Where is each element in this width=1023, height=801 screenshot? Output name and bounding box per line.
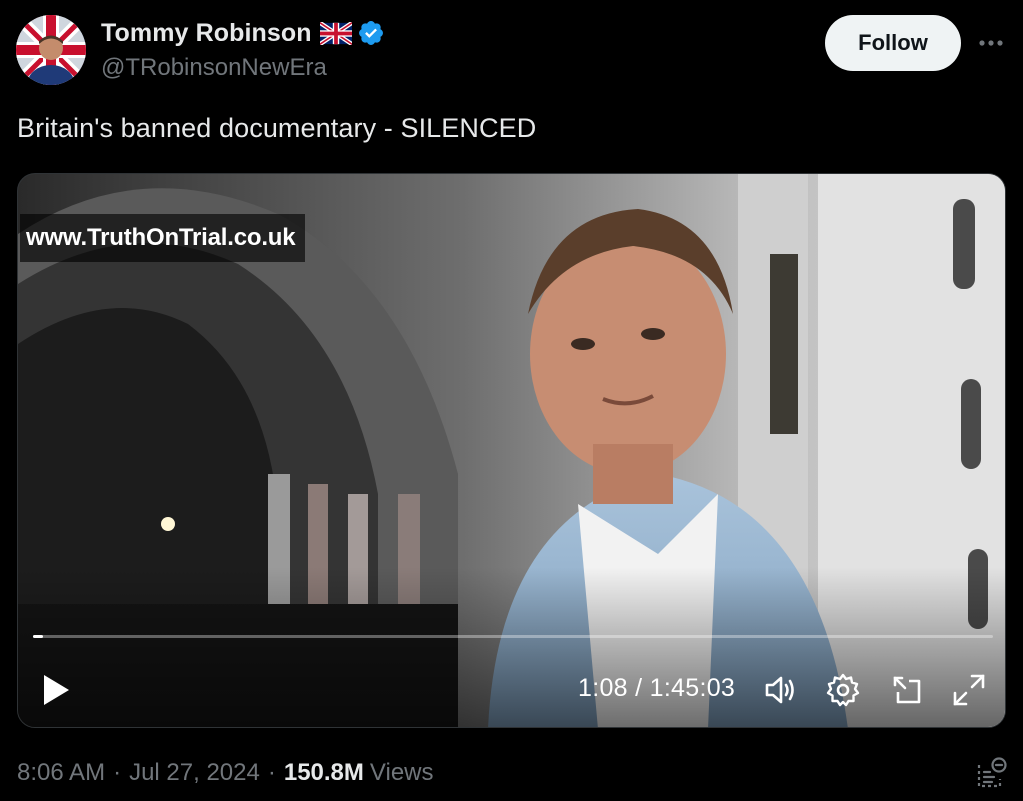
- fullscreen-expand-icon[interactable]: [950, 671, 988, 709]
- video-time-separator: /: [627, 674, 650, 702]
- post-date[interactable]: Jul 27, 2024: [129, 759, 260, 787]
- author-name-row: Tommy Robinson: [101, 17, 385, 49]
- author-display-name[interactable]: Tommy Robinson: [101, 19, 312, 48]
- video-duration: 1:45:03: [649, 674, 736, 702]
- uk-flag-icon: [319, 21, 352, 45]
- video-time: 1:08 / 1:45:03: [578, 674, 735, 703]
- tweet-meta: 8:06 AM · Jul 27, 2024 · 150.8M Views: [17, 759, 434, 787]
- picture-in-picture-icon[interactable]: [888, 671, 926, 709]
- views-count: 150.8M: [283, 759, 364, 786]
- post-time[interactable]: 8:06 AM: [17, 759, 105, 787]
- video-progress-fill: [33, 635, 44, 638]
- tweet: Tommy Robinson @TRobinsonNewEra Follow B…: [0, 0, 1023, 801]
- video-progress-bar[interactable]: [33, 635, 993, 638]
- video-current-time: 1:08: [578, 674, 628, 702]
- settings-gear-icon[interactable]: [824, 671, 862, 709]
- verified-badge-icon[interactable]: [357, 19, 385, 47]
- meta-separator: ·: [113, 759, 122, 786]
- follow-button[interactable]: Follow: [825, 15, 961, 71]
- avatar[interactable]: [16, 15, 86, 85]
- play-icon[interactable]: [40, 672, 72, 708]
- video-player[interactable]: www.TruthOnTrial.co.uk 1:08 / 1:45:03: [17, 173, 1006, 728]
- meta-separator: ·: [267, 759, 276, 786]
- author-handle[interactable]: @TRobinsonNewEra: [101, 54, 327, 82]
- more-horizontal-icon[interactable]: [972, 28, 1010, 58]
- avatar-image: [16, 15, 86, 85]
- views-label: Views: [369, 759, 434, 786]
- analytics-icon[interactable]: [972, 755, 1008, 791]
- video-watermark: www.TruthOnTrial.co.uk: [20, 214, 306, 262]
- volume-icon[interactable]: [762, 671, 800, 709]
- tweet-text: Britain's banned documentary - SILENCED: [17, 113, 537, 143]
